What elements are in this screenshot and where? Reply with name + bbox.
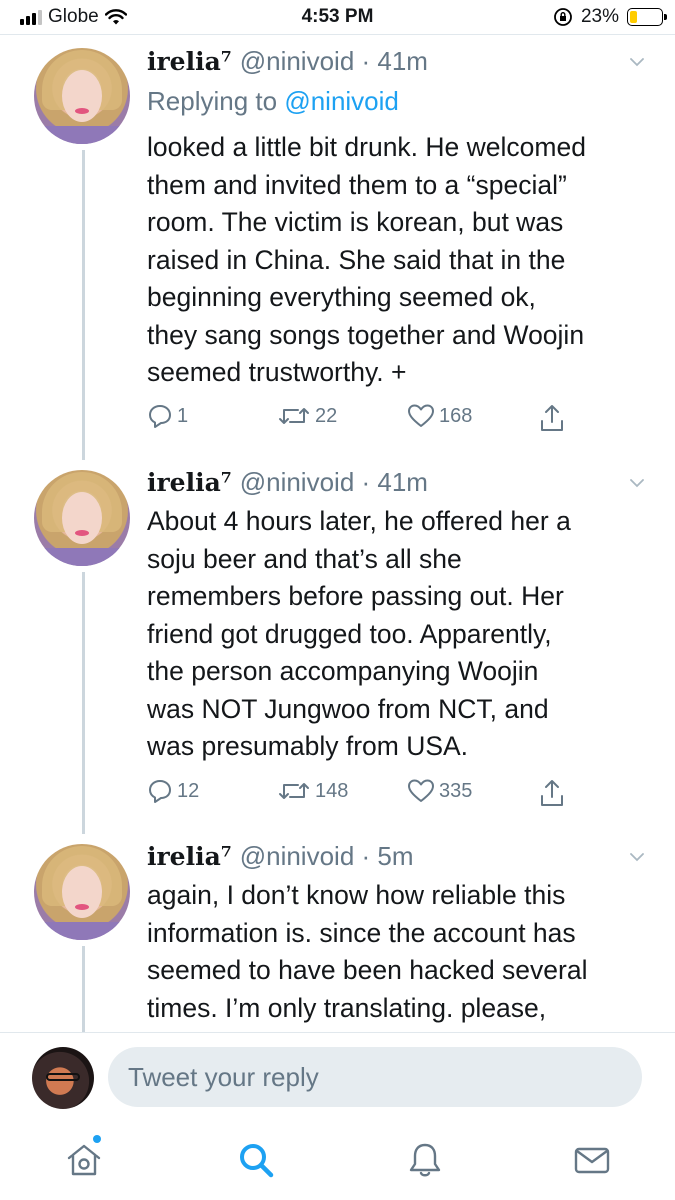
battery-percent: 23%	[580, 6, 619, 27]
like-count: 335	[439, 779, 473, 802]
header-divider	[0, 34, 675, 35]
handle-time: @ninivoid · 41m	[239, 46, 428, 76]
like-button[interactable]: 168	[407, 403, 472, 429]
share-button[interactable]	[539, 778, 565, 808]
thread-line	[82, 572, 85, 834]
tweet-actions: 1 22 168	[147, 403, 587, 437]
replying-to: Replying to @ninivoid	[147, 86, 399, 116]
like-button[interactable]: 335	[407, 778, 472, 804]
retweet-count: 148	[315, 779, 349, 802]
like-count: 168	[439, 404, 473, 427]
display-name[interactable]: irelia⁷	[147, 47, 232, 76]
tweet-header: irelia⁷ @ninivoid · 5m	[147, 841, 414, 872]
avatar[interactable]	[34, 48, 130, 144]
tweet-text: looked a little bit drunk. He welcomed t…	[147, 132, 586, 387]
reply-button[interactable]: 12	[147, 778, 199, 804]
thread-line	[82, 946, 85, 1032]
tweet-actions: 12 148 335	[147, 778, 587, 812]
share-icon	[541, 405, 563, 431]
handle-time: @ninivoid · 41m	[239, 467, 428, 497]
heart-icon	[408, 779, 434, 802]
retweet-button[interactable]: 22	[277, 403, 337, 429]
tweet-text: About 4 hours later, he offered her a so…	[147, 506, 571, 761]
chevron-down-icon[interactable]	[629, 475, 645, 491]
new-content-dot	[93, 1135, 101, 1143]
reply-icon	[149, 405, 171, 428]
retweet-button[interactable]: 148	[277, 778, 348, 804]
share-button[interactable]	[539, 403, 565, 433]
retweet-count: 22	[315, 404, 338, 427]
tweet-reply-input[interactable]: Tweet your reply	[108, 1047, 642, 1107]
reply-bar: Tweet your reply	[0, 1032, 675, 1120]
battery-fill	[630, 11, 637, 23]
heart-icon	[408, 404, 434, 427]
retweet-icon	[279, 783, 309, 799]
chevron-down-icon[interactable]	[629, 54, 645, 70]
reply-count: 12	[177, 779, 200, 802]
reply-count: 1	[177, 404, 189, 427]
display-name[interactable]: irelia⁷	[147, 842, 232, 871]
battery-icon	[627, 8, 667, 26]
handle-time: @ninivoid · 5m	[239, 841, 414, 871]
retweet-icon	[279, 408, 309, 424]
home-icon[interactable]	[64, 1140, 104, 1180]
notifications-icon[interactable]	[405, 1140, 445, 1180]
status-bar: Globe 4:53 PM 23%	[0, 0, 675, 34]
reply-button[interactable]: 1	[147, 403, 188, 429]
avatar[interactable]	[34, 844, 130, 940]
reply-icon	[149, 780, 171, 803]
share-icon	[541, 780, 563, 806]
messages-icon[interactable]	[572, 1140, 612, 1180]
thread-line	[82, 150, 85, 460]
search-icon[interactable]	[236, 1140, 276, 1180]
replying-to-link[interactable]: @ninivoid	[284, 86, 399, 116]
tweet-header: irelia⁷ @ninivoid · 41m	[147, 467, 428, 498]
chevron-down-icon[interactable]	[629, 849, 645, 865]
tab-bar	[0, 1120, 675, 1200]
status-right: 23%	[553, 6, 667, 28]
my-avatar[interactable]	[32, 1047, 94, 1109]
tweet-text: again, I don’t know how reliable this in…	[147, 880, 588, 1023]
orientation-lock-icon	[554, 8, 572, 26]
tweet-header: irelia⁷ @ninivoid · 41m	[147, 46, 428, 77]
display-name[interactable]: irelia⁷	[147, 468, 232, 497]
avatar[interactable]	[34, 470, 130, 566]
